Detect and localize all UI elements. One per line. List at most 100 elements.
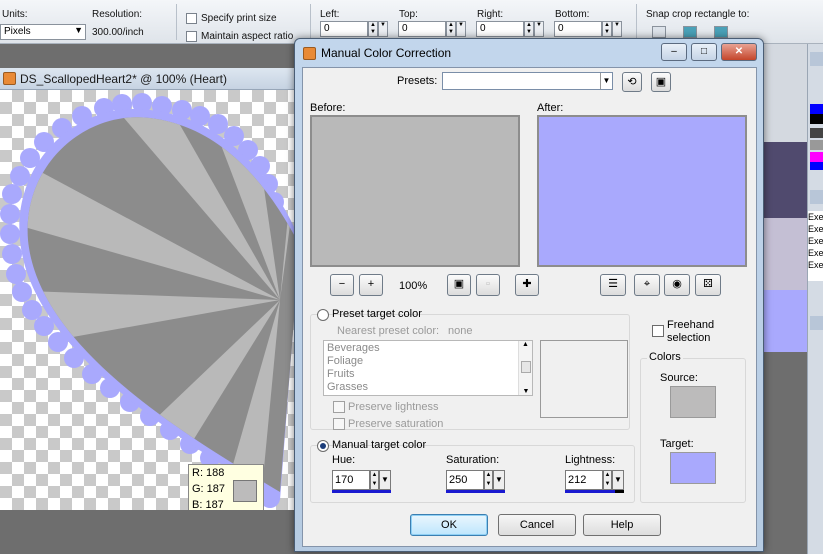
saturation-dropdown-icon[interactable]: ▼ bbox=[493, 470, 505, 490]
ok-button[interactable]: OK bbox=[410, 514, 488, 536]
list-item[interactable]: Fruits bbox=[327, 368, 355, 380]
palette-swatch-periwinkle bbox=[764, 290, 807, 352]
right-field[interactable]: 0 bbox=[476, 21, 524, 37]
lightness-spin-icon[interactable]: ▲ ▼ bbox=[603, 470, 612, 490]
saturation-slider-bar[interactable] bbox=[446, 490, 505, 493]
colors-label: Colors bbox=[647, 351, 683, 363]
saturation-stepper[interactable]: 250 ▲ ▼ ▼ bbox=[446, 470, 506, 493]
scroll-up-icon[interactable]: ▲ bbox=[519, 341, 532, 348]
right-value: 0 bbox=[480, 23, 486, 34]
preset-color-list[interactable]: Beverages Foliage Fruits Grasses ▲ ▼ bbox=[323, 340, 533, 396]
document-titlebar[interactable]: DS_ScallopedHeart2* @ 100% (Heart) bbox=[0, 68, 300, 90]
left-spinner[interactable]: ▲ ▼ bbox=[368, 21, 378, 37]
hue-slider-bar[interactable] bbox=[332, 490, 391, 493]
left-label: Left: bbox=[320, 9, 340, 20]
reset-preset-icon[interactable]: ⟲ bbox=[622, 72, 642, 92]
list-item[interactable]: Foliage bbox=[327, 355, 363, 367]
zoom-level: 100% bbox=[399, 280, 428, 292]
close-button[interactable]: ✕ bbox=[721, 43, 757, 61]
list-scrollbar[interactable]: ▲ ▼ bbox=[518, 341, 532, 395]
eye-preview-icon[interactable]: ◉ bbox=[664, 274, 690, 296]
materials-tab[interactable] bbox=[810, 52, 823, 66]
preset-target-radio[interactable] bbox=[317, 309, 329, 321]
top-spinner[interactable]: ▲ ▼ bbox=[446, 21, 456, 37]
top-field[interactable]: 0 bbox=[398, 21, 446, 37]
save-preset-icon[interactable]: ▣ bbox=[651, 72, 671, 92]
top-label: Top: bbox=[399, 9, 418, 20]
scroll-down-icon[interactable]: ▼ bbox=[519, 388, 533, 395]
color-readout-tooltip: R: 188 G: 187 B: 187 bbox=[188, 464, 264, 510]
layers-tab[interactable] bbox=[810, 316, 823, 330]
left-dropdown[interactable]: ▼ bbox=[378, 21, 388, 37]
history-item[interactable]: Exe bbox=[808, 223, 823, 235]
hue-dropdown-icon[interactable]: ▼ bbox=[379, 470, 391, 490]
sampled-color-swatch bbox=[233, 480, 257, 502]
bottom-spinner[interactable]: ▲ ▼ bbox=[602, 21, 612, 37]
lightness-stepper[interactable]: 212 ▲ ▼ ▼ bbox=[565, 470, 625, 493]
history-item[interactable]: Exe bbox=[808, 211, 823, 223]
maintain-aspect-ratio-label: Maintain aspect ratio bbox=[201, 31, 294, 42]
scroll-thumb[interactable] bbox=[521, 361, 531, 373]
units-dropdown[interactable]: Pixels ▼ bbox=[0, 24, 86, 40]
source-color-swatch[interactable] bbox=[670, 386, 716, 418]
history-item[interactable]: Exe bbox=[808, 247, 823, 259]
preview-split-icon[interactable]: ☰ bbox=[600, 274, 626, 296]
toolbar-divider bbox=[176, 4, 177, 40]
dialog-title: Manual Color Correction bbox=[321, 46, 452, 60]
minimize-button[interactable]: ‒ bbox=[661, 43, 687, 61]
after-preview[interactable] bbox=[537, 115, 747, 267]
top-dropdown[interactable]: ▼ bbox=[456, 21, 466, 37]
after-label: After: bbox=[537, 102, 564, 114]
hue-stepper[interactable]: 170 ▲ ▼ ▼ bbox=[332, 470, 392, 493]
maximize-button[interactable]: □ bbox=[691, 43, 717, 61]
zoom-in-icon[interactable]: + bbox=[359, 274, 383, 296]
list-item[interactable]: Grasses bbox=[327, 381, 368, 393]
color-black-swatch[interactable] bbox=[810, 114, 823, 124]
proof-preview-icon[interactable]: ⌖ bbox=[634, 274, 660, 296]
help-button[interactable]: Help bbox=[583, 514, 661, 536]
color-blue-swatch[interactable] bbox=[810, 104, 823, 114]
zoom-out-icon[interactable]: − bbox=[330, 274, 354, 296]
before-preview[interactable] bbox=[310, 115, 520, 267]
lightness-input[interactable]: 212 bbox=[565, 470, 603, 490]
color-gray-swatch[interactable] bbox=[810, 128, 823, 138]
target-color-swatch[interactable] bbox=[670, 452, 716, 484]
freehand-label-line1: Freehand bbox=[667, 319, 715, 331]
resolution-value: 300.00/inch bbox=[92, 27, 144, 38]
zoom-to-fit-icon[interactable]: ▣ bbox=[447, 274, 471, 296]
snap-to-selection-icon[interactable] bbox=[652, 26, 666, 38]
lightness-dropdown-icon[interactable]: ▼ bbox=[612, 470, 624, 490]
color-magenta-swatch[interactable] bbox=[810, 152, 823, 162]
image-canvas[interactable]: R: 188 G: 187 B: 187 bbox=[0, 90, 300, 510]
right-dropdown[interactable]: ▼ bbox=[534, 21, 544, 37]
saturation-spin-icon[interactable]: ▲ ▼ bbox=[484, 470, 493, 490]
history-tab[interactable] bbox=[810, 190, 823, 204]
bottom-dropdown[interactable]: ▼ bbox=[612, 21, 622, 37]
green-value: G: 187 bbox=[192, 483, 226, 495]
freehand-selection-checkbox[interactable] bbox=[652, 325, 664, 337]
color-blue2-swatch[interactable] bbox=[810, 162, 823, 170]
color-lightgray-swatch[interactable] bbox=[810, 140, 823, 150]
blue-value: B: 187 bbox=[192, 499, 224, 510]
history-item[interactable]: Exe bbox=[808, 259, 823, 271]
saturation-input[interactable]: 250 bbox=[446, 470, 484, 490]
snap-to-layer-opaque-icon[interactable] bbox=[714, 26, 728, 38]
hue-input[interactable]: 170 bbox=[332, 470, 370, 490]
pan-move-icon[interactable]: ✚ bbox=[515, 274, 539, 296]
manual-target-radio[interactable] bbox=[317, 440, 329, 452]
presets-dropdown[interactable]: ▼ bbox=[442, 72, 613, 90]
specify-print-size-checkbox[interactable] bbox=[186, 13, 197, 24]
document-title: DS_ScallopedHeart2* @ 100% (Heart) bbox=[20, 72, 227, 86]
lightness-slider-bar[interactable] bbox=[565, 490, 624, 493]
right-spinner[interactable]: ▲ ▼ bbox=[524, 21, 534, 37]
snap-to-layer-icon[interactable] bbox=[683, 26, 697, 38]
list-item[interactable]: Beverages bbox=[327, 342, 380, 354]
hue-spin-icon[interactable]: ▲ ▼ bbox=[370, 470, 379, 490]
randomize-dice-icon[interactable]: ⚄ bbox=[695, 274, 721, 296]
cancel-button[interactable]: Cancel bbox=[498, 514, 576, 536]
manual-color-correction-dialog: Manual Color Correction ‒ □ ✕ Presets: ▼… bbox=[294, 38, 764, 552]
bottom-field[interactable]: 0 bbox=[554, 21, 602, 37]
maintain-aspect-ratio-checkbox[interactable] bbox=[186, 31, 197, 42]
left-field[interactable]: 0 bbox=[320, 21, 368, 37]
history-item[interactable]: Exe bbox=[808, 235, 823, 247]
